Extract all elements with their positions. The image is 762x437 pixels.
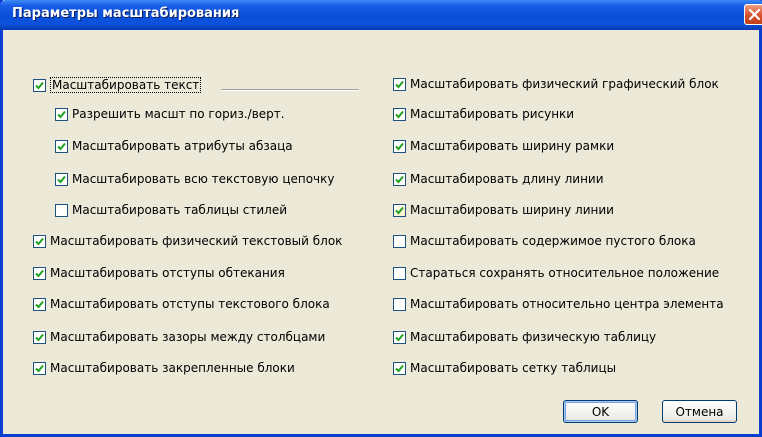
checkbox-label: Масштабировать отступы текстового блока xyxy=(50,297,330,311)
checkbox-label: Масштабировать физический текстовый блок xyxy=(50,234,343,248)
checkbox-label: Масштабировать длину линии xyxy=(410,172,604,186)
checkbox-box[interactable] xyxy=(55,139,68,153)
check-icon xyxy=(395,364,404,372)
scale-line-length-checkbox[interactable]: Масштабировать длину линии xyxy=(393,172,604,186)
close-icon xyxy=(748,8,761,21)
check-icon xyxy=(35,269,44,277)
check-icon xyxy=(395,110,404,118)
checkbox-box[interactable] xyxy=(33,78,46,92)
check-icon xyxy=(395,175,404,183)
scale-empty-block-contents-checkbox[interactable]: Масштабировать содержимое пустого блока xyxy=(393,234,696,248)
close-button[interactable] xyxy=(744,4,762,25)
check-icon xyxy=(395,206,404,214)
checkbox-label: Масштабировать всю текстовую цепочку xyxy=(72,172,335,186)
checkbox-box[interactable] xyxy=(393,330,406,344)
checkbox-label: Масштабировать закрепленные блоки xyxy=(50,361,295,375)
checkbox-label: Стараться сохранять относительное положе… xyxy=(410,266,720,280)
checkbox-label: Масштабировать текст xyxy=(50,77,202,93)
checkbox-box[interactable] xyxy=(393,203,406,217)
scale-table-grid-checkbox[interactable]: Масштабировать сетку таблицы xyxy=(393,361,616,375)
checkbox-label: Масштабировать физическую таблицу xyxy=(410,330,657,344)
scale-style-sheets-checkbox[interactable]: Масштабировать таблицы стилей xyxy=(55,203,287,217)
scale-physical-graphic-block-checkbox[interactable]: Масштабировать физический графический бл… xyxy=(393,77,719,91)
checkbox-box[interactable] xyxy=(33,361,46,375)
check-icon xyxy=(57,142,66,150)
checkbox-label: Масштабировать физический графический бл… xyxy=(410,77,719,91)
check-icon xyxy=(395,80,404,88)
checkbox-box[interactable] xyxy=(33,297,46,311)
scale-paragraph-attributes-checkbox[interactable]: Масштабировать атрибуты абзаца xyxy=(55,139,293,153)
checkbox-label: Масштабировать ширину линии xyxy=(410,203,614,217)
checkbox-label: Масштабировать отступы обтекания xyxy=(50,266,285,280)
scale-physical-text-block-checkbox[interactable]: Масштабировать физический текстовый блок xyxy=(33,234,342,248)
checkbox-box[interactable] xyxy=(393,107,406,121)
checkbox-label: Масштабировать содержимое пустого блока xyxy=(410,234,696,248)
checkbox-label: Масштабировать рисунки xyxy=(410,107,575,121)
checkbox-box[interactable] xyxy=(33,266,46,280)
check-icon xyxy=(35,333,44,341)
checkbox-label: Масштабировать зазоры между столбцами xyxy=(50,330,326,344)
scale-column-gaps-checkbox[interactable]: Масштабировать зазоры между столбцами xyxy=(33,330,325,344)
checkbox-box[interactable] xyxy=(393,172,406,186)
checkbox-box[interactable] xyxy=(393,361,406,375)
group-divider xyxy=(221,89,359,91)
check-icon xyxy=(395,142,404,150)
checkbox-box[interactable] xyxy=(393,139,406,153)
scale-relative-center-checkbox[interactable]: Масштабировать относительно центра элеме… xyxy=(393,297,724,311)
scale-text-checkbox[interactable]: Масштабировать текст xyxy=(33,77,202,93)
checkbox-box[interactable] xyxy=(55,172,68,186)
scale-physical-table-checkbox[interactable]: Масштабировать физическую таблицу xyxy=(393,330,656,344)
scale-wrap-indents-checkbox[interactable]: Масштабировать отступы обтекания xyxy=(33,266,285,280)
check-icon xyxy=(57,110,66,118)
scale-line-width-checkbox[interactable]: Масштабировать ширину линии xyxy=(393,203,614,217)
checkbox-box[interactable] xyxy=(393,234,406,248)
dialog-window: Параметры масштабирования Масштабировать… xyxy=(0,0,762,437)
scale-text-block-indents-checkbox[interactable]: Масштабировать отступы текстового блока xyxy=(33,297,330,311)
check-icon xyxy=(35,300,44,308)
scale-frame-width-checkbox[interactable]: Масштабировать ширину рамки xyxy=(393,139,614,153)
ok-button[interactable]: OK xyxy=(563,400,638,423)
title-bar[interactable]: Параметры масштабирования xyxy=(0,0,762,30)
scale-text-chain-checkbox[interactable]: Масштабировать всю текстовую цепочку xyxy=(55,172,335,186)
cancel-button[interactable]: Отмена xyxy=(662,400,737,423)
checkbox-box[interactable] xyxy=(393,266,406,280)
dialog-title: Параметры масштабирования xyxy=(12,6,240,21)
checkbox-label: Масштабировать относительно центра элеме… xyxy=(410,297,724,311)
checkbox-label: Масштабировать атрибуты абзаца xyxy=(72,139,293,153)
checkbox-label: Масштабировать ширину рамки xyxy=(410,139,615,153)
check-icon xyxy=(35,364,44,372)
check-icon xyxy=(35,81,44,89)
checkbox-box[interactable] xyxy=(393,77,406,91)
checkbox-box[interactable] xyxy=(55,107,68,121)
check-icon xyxy=(35,237,44,245)
checkbox-box[interactable] xyxy=(55,203,68,217)
checkbox-label: Масштабировать таблицы стилей xyxy=(72,203,287,217)
checkbox-box[interactable] xyxy=(393,297,406,311)
check-icon xyxy=(57,175,66,183)
checkbox-box[interactable] xyxy=(33,330,46,344)
scale-anchored-blocks-checkbox[interactable]: Масштабировать закрепленные блоки xyxy=(33,361,295,375)
checkbox-box[interactable] xyxy=(33,234,46,248)
keep-relative-position-checkbox[interactable]: Стараться сохранять относительное положе… xyxy=(393,266,719,280)
checkbox-label: Разрешить масшт по гориз./верт. xyxy=(72,107,285,121)
checkbox-label: Масштабировать сетку таблицы xyxy=(410,361,617,375)
scale-pictures-checkbox[interactable]: Масштабировать рисунки xyxy=(393,107,574,121)
allow-hv-scale-checkbox[interactable]: Разрешить масшт по гориз./верт. xyxy=(55,107,285,121)
check-icon xyxy=(395,333,404,341)
